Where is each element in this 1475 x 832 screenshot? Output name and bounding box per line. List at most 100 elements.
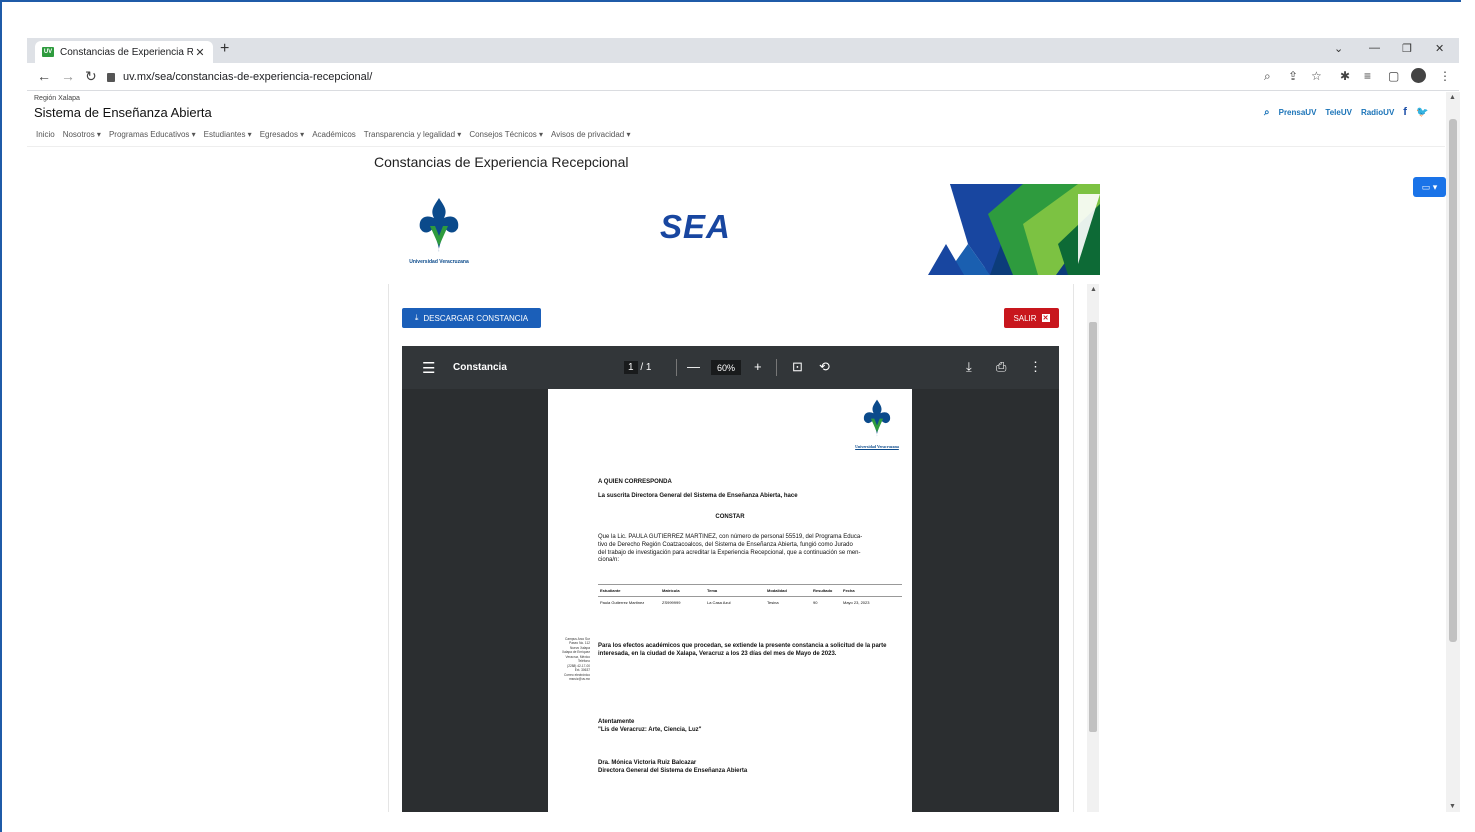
nav-item-transparencia[interactable]: Transparencia y legalidad ▾ [364, 130, 462, 139]
banner-graphic [928, 184, 1100, 275]
pdf-menu-icon[interactable]: ☰ [422, 359, 435, 377]
doc-body-line: ciona/n: [598, 557, 620, 564]
address-bar[interactable]: uv.mx/sea/constancias-de-experiencia-rec… [107, 67, 1277, 87]
reload-icon[interactable]: ↻ [85, 68, 97, 85]
table-header-row: Estudiante Matrícula Tema Modalidad Resu… [598, 585, 902, 596]
pdf-download-icon[interactable]: ⤓ [966, 359, 972, 375]
nav-item-estudiantes[interactable]: Estudiantes ▾ [204, 130, 252, 139]
exit-button[interactable]: SALIR ✕ [1004, 308, 1059, 328]
minimize-icon[interactable]: — [1369, 42, 1380, 54]
close-box-icon: ✕ [1041, 314, 1050, 322]
download-certificate-button[interactable]: ⤓ DESCARGAR CONSTANCIA [402, 308, 541, 328]
table-header: Matrícula [662, 588, 680, 593]
browser-menu-icon[interactable]: ⋮ [1439, 69, 1451, 83]
print-icon[interactable]: ⎙ [996, 359, 1006, 375]
doc-signer: Dra. Mónica Victoria Ruiz Balcazar Direc… [598, 760, 747, 776]
doc-uv-logo: Universidad Veracruzana [847, 397, 907, 449]
table-header: Fecha [843, 588, 855, 593]
back-icon[interactable]: ← [37, 68, 51, 84]
doc-body-line: del trabajo de investigación para acredi… [598, 549, 861, 556]
card-scroll-thumb[interactable] [1089, 322, 1097, 732]
side-panel-icon[interactable]: ▢ [1388, 69, 1399, 83]
site-title[interactable]: Sistema de Enseñanza Abierta [34, 105, 212, 120]
close-tab-icon[interactable]: ✕ [193, 46, 207, 59]
doc-closing-line: Para los efectos académicos que procedan… [598, 643, 887, 649]
radio-uv-link[interactable]: RadioUV [1361, 108, 1394, 117]
doc-contact-sidebar: Campus Arco Sur Paseo No. 112 Nuevo Xala… [556, 637, 590, 682]
scroll-up-icon[interactable]: ▲ [1449, 94, 1456, 101]
pdf-page-input[interactable]: 1 [624, 361, 638, 374]
close-window-icon[interactable]: ✕ [1435, 42, 1444, 55]
pdf-more-icon[interactable]: ⋮ [1029, 359, 1042, 375]
table-header: Estudiante [600, 588, 621, 593]
pdf-margin-right [912, 389, 1059, 812]
download-label: DESCARGAR CONSTANCIA [423, 313, 529, 323]
doc-signer-title: Directora General del Sistema de Enseñan… [598, 767, 748, 774]
table-header: Tema [707, 588, 718, 593]
reading-list-icon[interactable]: ≡ [1364, 69, 1371, 83]
region-label: Región Xalapa [34, 95, 80, 102]
uv-logo-caption: Universidad Veracruzana [409, 259, 469, 265]
forward-icon[interactable]: → [61, 68, 75, 84]
download-icon: ⤓ [414, 313, 419, 322]
tab-search-chevron-icon[interactable]: ⌄ [1334, 42, 1343, 55]
nav-item-academicos[interactable]: Académicos [312, 130, 356, 139]
nav-item-avisos[interactable]: Avisos de privacidad ▾ [551, 130, 630, 139]
rotate-icon[interactable]: ⟲ [819, 359, 830, 375]
table-cell: 90 [813, 600, 818, 605]
zoom-icon[interactable]: ⌕ [1264, 69, 1271, 84]
prensa-uv-link[interactable]: PrensaUV [1279, 108, 1317, 117]
tele-uv-link[interactable]: TeleUV [1325, 108, 1352, 117]
uv-flower-icon [419, 198, 459, 252]
pdf-zoom-input[interactable]: 60% [711, 360, 741, 375]
table-cell: Paula Gutierrez Martinez [600, 600, 645, 605]
zoom-in-icon[interactable]: + [754, 359, 762, 374]
url-text: uv.mx/sea/constancias-de-experiencia-rec… [123, 71, 373, 83]
bookmark-star-icon[interactable]: ☆ [1311, 69, 1322, 83]
profile-avatar[interactable] [1411, 68, 1426, 83]
uv-flower-icon [863, 399, 891, 437]
doc-body: Que la Lic. PAULA GUTIERREZ MARTINEZ, co… [598, 534, 902, 565]
doc-logo-caption: Universidad Veracruzana [855, 444, 899, 449]
table-header: Modalidad [767, 588, 787, 593]
fit-page-icon[interactable]: ⊡ [792, 359, 803, 375]
nav-item-consejos[interactable]: Consejos Técnicos ▾ [469, 130, 543, 139]
doc-signoff: Atentamente "Lis de Veracruz: Arte, Cien… [598, 719, 702, 735]
doc-motto: "Lis de Veracruz: Arte, Ciencia, Luz" [598, 726, 702, 733]
doc-signer-name: Dra. Mónica Victoria Ruiz Balcazar [598, 760, 697, 766]
doc-signoff-line: Atentamente [598, 719, 635, 725]
exit-label: SALIR [1013, 313, 1037, 323]
page-scroll-thumb[interactable] [1449, 119, 1457, 642]
extensions-icon[interactable]: ✱ [1340, 69, 1350, 83]
doc-closing-line: interesada, en la ciudad de Xalapa, Vera… [598, 650, 837, 657]
display-icon: ▭ ▾ [1421, 181, 1438, 192]
share-icon[interactable]: ⇪ [1288, 69, 1298, 83]
pdf-viewer[interactable]: ☰ Constancia 1 / 1 — 60% + ⊡ ⟲ ⤓ ⎙ ⋮ Uni… [402, 346, 1059, 812]
uv-logo: Universidad Veracruzana [398, 196, 480, 265]
search-icon[interactable]: ⌕ [1264, 107, 1270, 118]
card-scrollbar[interactable]: ▲ [1087, 284, 1099, 812]
scroll-down-icon[interactable]: ▼ [1449, 803, 1456, 810]
doc-closing: Para los efectos académicos que procedan… [598, 643, 902, 659]
nav-item-inicio[interactable]: Inicio [36, 130, 55, 139]
table-cell: ZS999999 [662, 600, 681, 605]
page-scrollbar[interactable]: ▲ ▼ [1446, 92, 1460, 812]
facebook-icon[interactable]: f [1403, 106, 1407, 118]
table-row: Paula Gutierrez Martinez ZS999999 La Cas… [598, 597, 902, 608]
doc-salutation: A QUIEN CORRESPONDA [598, 479, 672, 485]
doc-body-line: tivo de Derecho Región Coatzacoalcos, de… [598, 541, 853, 548]
restore-icon[interactable]: ❐ [1402, 42, 1412, 55]
new-tab-icon[interactable]: + [220, 40, 229, 58]
twitter-icon[interactable]: 🐦 [1416, 107, 1428, 118]
table-cell: La Casa Azul [707, 600, 731, 605]
nav-item-nosotros[interactable]: Nosotros ▾ [63, 130, 101, 139]
browser-tab[interactable]: UV Constancias de Experiencia Recep ✕ [35, 41, 213, 63]
scroll-up-icon[interactable]: ▲ [1090, 286, 1097, 293]
table-cell: Tesina [767, 600, 779, 605]
accessibility-float-button[interactable]: ▭ ▾ [1413, 177, 1446, 197]
nav-item-egresados[interactable]: Egresados ▾ [260, 130, 304, 139]
uv-favicon-icon: UV [42, 47, 54, 57]
zoom-out-icon[interactable]: — [687, 359, 700, 374]
nav-item-programas[interactable]: Programas Educativos ▾ [109, 130, 196, 139]
table-cell: Mayo 23, 2023 [843, 600, 870, 605]
